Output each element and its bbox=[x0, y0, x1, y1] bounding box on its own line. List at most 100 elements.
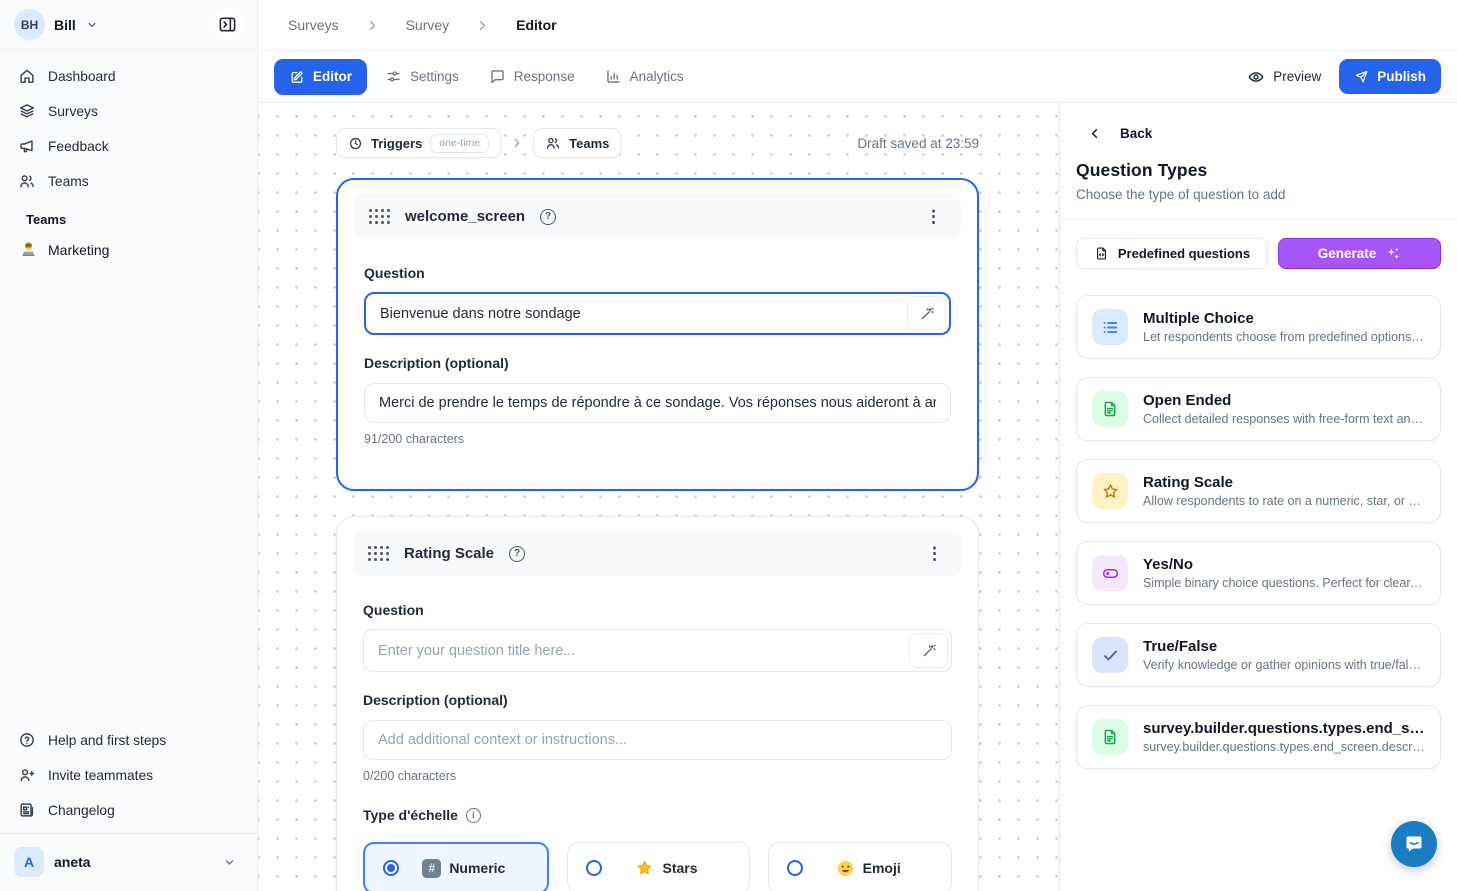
bar-chart-icon bbox=[605, 68, 622, 85]
sidebar-item-label: Teams bbox=[48, 174, 89, 189]
sidebar-item-label: Feedback bbox=[48, 139, 109, 154]
question-type-open-ended[interactable]: Open Ended Collect detailed responses wi… bbox=[1076, 377, 1441, 441]
scale-option-stars[interactable]: Stars bbox=[567, 842, 751, 891]
scale-option-numeric[interactable]: # Numeric bbox=[363, 842, 549, 891]
scale-option-emoji[interactable]: Emoji bbox=[768, 842, 952, 891]
sidebar-item-invite[interactable]: Invite teammates bbox=[8, 758, 249, 792]
chat-launcher-button[interactable] bbox=[1391, 821, 1437, 867]
welcome-screen-card[interactable]: welcome_screen ? ⋮ Question Description … bbox=[336, 178, 979, 491]
triggers-chip[interactable]: Triggers one-time bbox=[336, 128, 501, 158]
canvas-header-row: Triggers one-time Teams Draft saved at 2… bbox=[336, 128, 979, 158]
question-type-name: True/False bbox=[1143, 638, 1425, 655]
card-title: welcome_screen bbox=[405, 208, 525, 225]
user-plus-icon bbox=[18, 766, 36, 784]
kebab-menu-icon[interactable]: ⋮ bbox=[922, 543, 947, 564]
sidebar-item-changelog[interactable]: Changelog bbox=[8, 793, 249, 827]
teams-chip-label: Teams bbox=[569, 136, 609, 151]
question-input[interactable] bbox=[363, 629, 952, 672]
sparkles-icon bbox=[1385, 246, 1401, 262]
document-icon bbox=[1092, 391, 1128, 427]
question-type-yes-no[interactable]: Yes/No Simple binary choice questions. P… bbox=[1076, 541, 1441, 605]
document-icon bbox=[1092, 719, 1128, 755]
hash-keycap-icon: # bbox=[422, 859, 441, 878]
help-icon[interactable]: ? bbox=[509, 546, 525, 562]
question-type-multiple-choice[interactable]: Multiple Choice Let respondents choose f… bbox=[1076, 295, 1441, 359]
card-title: Rating Scale bbox=[404, 545, 494, 562]
question-type-name: Yes/No bbox=[1143, 556, 1425, 573]
sidebar-footer: Help and first steps Invite teammates Ch… bbox=[0, 717, 257, 891]
back-button[interactable]: Back bbox=[1087, 126, 1457, 141]
smiley-emoji-icon bbox=[836, 859, 855, 878]
eye-icon bbox=[1247, 68, 1265, 86]
rating-scale-card[interactable]: Rating Scale ? ⋮ Question Description (o… bbox=[336, 516, 979, 891]
magic-wand-icon bbox=[919, 306, 935, 322]
workspace-name: Bill bbox=[54, 17, 76, 33]
newspaper-icon bbox=[18, 801, 36, 819]
question-type-description: survey.builder.questions.types.end_scree… bbox=[1143, 740, 1425, 754]
tab-label: Response bbox=[514, 69, 575, 84]
teams-chip[interactable]: Teams bbox=[533, 128, 621, 158]
question-type-list: Multiple Choice Let respondents choose f… bbox=[1076, 295, 1441, 769]
publish-button[interactable]: Publish bbox=[1339, 59, 1441, 94]
breadcrumb-surveys[interactable]: Surveys bbox=[288, 17, 339, 33]
tab-label: Analytics bbox=[630, 69, 684, 84]
kebab-menu-icon[interactable]: ⋮ bbox=[921, 206, 946, 227]
breadcrumb-editor: Editor bbox=[516, 17, 556, 33]
ai-rewrite-button[interactable] bbox=[907, 296, 946, 331]
message-icon bbox=[489, 68, 506, 85]
sidebar-collapse-button[interactable] bbox=[211, 8, 244, 41]
workspace-switcher[interactable]: BH Bill bbox=[14, 9, 99, 40]
question-type-description: Collect detailed responses with free-for… bbox=[1143, 412, 1425, 426]
list-icon bbox=[1092, 309, 1128, 345]
question-type-name: Multiple Choice bbox=[1143, 310, 1425, 327]
chevron-left-icon bbox=[1087, 126, 1102, 141]
radio-selected-icon bbox=[383, 860, 399, 876]
question-type-description: Let respondents choose from predefined o… bbox=[1143, 330, 1425, 344]
account-menu[interactable]: A aneta bbox=[0, 833, 257, 891]
panel-subtitle: Choose the type of question to add bbox=[1076, 187, 1441, 202]
drag-handle-icon[interactable] bbox=[368, 546, 389, 561]
sidebar-item-surveys[interactable]: Surveys bbox=[8, 94, 249, 128]
sidebar-item-help[interactable]: Help and first steps bbox=[8, 723, 249, 757]
ai-rewrite-button[interactable] bbox=[909, 633, 948, 668]
generate-button[interactable]: Generate bbox=[1278, 238, 1441, 269]
tab-editor[interactable]: Editor bbox=[274, 59, 367, 95]
card-header: Rating Scale ? ⋮ bbox=[353, 531, 962, 576]
sidebar-nav: Dashboard Surveys Feedback Teams bbox=[0, 50, 257, 266]
question-label: Question bbox=[363, 602, 952, 618]
predefined-questions-button[interactable]: Predefined questions bbox=[1076, 238, 1268, 269]
breadcrumb-survey[interactable]: Survey bbox=[406, 17, 450, 33]
sidebar-item-marketing[interactable]: Marketing bbox=[8, 233, 249, 266]
help-circle-icon bbox=[18, 731, 36, 749]
scale-option-label: Numeric bbox=[449, 860, 505, 876]
send-icon bbox=[1354, 69, 1369, 84]
description-input[interactable] bbox=[364, 383, 951, 423]
publish-label: Publish bbox=[1377, 69, 1426, 84]
description-input[interactable] bbox=[363, 720, 952, 760]
help-icon[interactable]: ? bbox=[540, 209, 556, 225]
tab-analytics[interactable]: Analytics bbox=[593, 59, 696, 95]
question-type-true-false[interactable]: True/False Verify knowledge or gather op… bbox=[1076, 623, 1441, 687]
scale-type-label-text: Type d'échelle bbox=[363, 807, 458, 823]
info-icon[interactable]: i bbox=[466, 808, 481, 823]
triggers-chip-label: Triggers bbox=[371, 136, 422, 151]
sidebar-item-dashboard[interactable]: Dashboard bbox=[8, 59, 249, 93]
card-header: welcome_screen ? ⋮ bbox=[354, 194, 961, 239]
question-type-rating-scale[interactable]: Rating Scale Allow respondents to rate o… bbox=[1076, 459, 1441, 523]
back-label: Back bbox=[1120, 126, 1152, 141]
tab-label: Editor bbox=[313, 69, 352, 84]
tab-response[interactable]: Response bbox=[477, 59, 587, 95]
workspace-avatar: BH bbox=[14, 9, 45, 40]
sidebar-item-label: Surveys bbox=[48, 104, 98, 119]
megaphone-icon bbox=[18, 137, 36, 155]
sidebar-item-label: Help and first steps bbox=[48, 733, 166, 748]
preview-button[interactable]: Preview bbox=[1235, 59, 1333, 95]
sidebar-item-teams[interactable]: Teams bbox=[8, 164, 249, 198]
radio-icon bbox=[787, 860, 803, 876]
pencil-square-icon bbox=[289, 69, 305, 85]
drag-handle-icon[interactable] bbox=[369, 209, 390, 224]
tab-settings[interactable]: Settings bbox=[373, 59, 471, 95]
question-input[interactable] bbox=[364, 292, 951, 335]
question-type-end-screen[interactable]: survey.builder.questions.types.end_scr..… bbox=[1076, 705, 1441, 769]
sidebar-item-feedback[interactable]: Feedback bbox=[8, 129, 249, 163]
